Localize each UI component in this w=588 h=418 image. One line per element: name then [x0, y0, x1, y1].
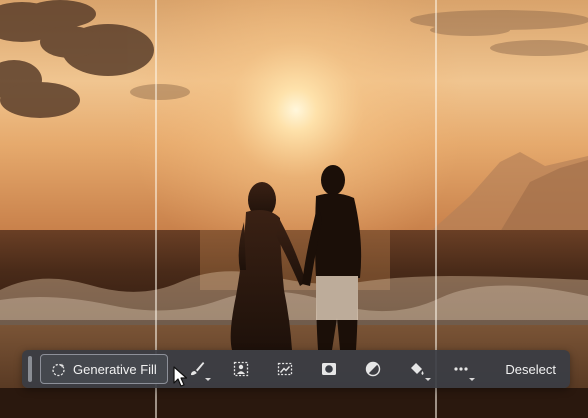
select-subject-button[interactable] — [226, 355, 256, 383]
transform-selection-button[interactable] — [270, 355, 300, 383]
fill-dropdown-caret — [424, 378, 431, 381]
fill-bucket-icon — [410, 363, 424, 375]
taskbar-drag-handle[interactable] — [28, 356, 32, 382]
canvas: Generative Fill Deselect — [0, 0, 588, 418]
contextual-taskbar: Generative Fill Deselect — [22, 350, 570, 388]
generative-fill-button[interactable]: Generative Fill — [40, 354, 168, 384]
adjustment-layer-icon — [365, 361, 381, 377]
deselect-button[interactable]: Deselect — [503, 358, 558, 381]
brush-icon — [190, 362, 205, 376]
adjustment-layer-button[interactable] — [358, 355, 388, 383]
select-subject-icon — [233, 361, 248, 377]
transform-selection-icon — [277, 362, 292, 376]
mouse-cursor-icon — [173, 366, 188, 387]
generative-fill-label: Generative Fill — [73, 361, 157, 377]
more-options-button[interactable] — [446, 355, 476, 383]
mask-icon — [321, 363, 336, 375]
mask-button[interactable] — [314, 355, 344, 383]
more-dropdown-caret — [468, 378, 475, 381]
brush-dropdown-caret — [204, 378, 211, 381]
generative-fill-icon — [52, 363, 65, 376]
fill-bucket-button[interactable] — [402, 355, 432, 383]
more-options-icon — [454, 367, 468, 371]
